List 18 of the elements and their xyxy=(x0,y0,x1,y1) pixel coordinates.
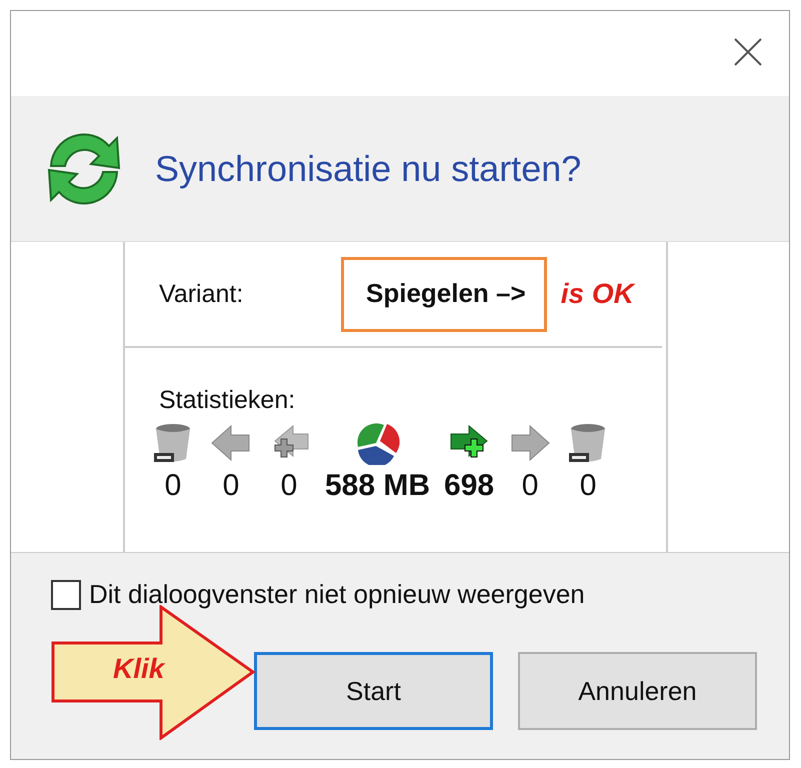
stat-value: 0 xyxy=(164,469,182,503)
callout-label: Klik xyxy=(113,653,164,685)
checkbox[interactable] xyxy=(51,580,81,610)
stat-value: 0 xyxy=(280,469,298,503)
statistics-label: Statistieken: xyxy=(159,386,296,414)
variant-label: Variant: xyxy=(159,280,244,308)
stat-value: 0 xyxy=(522,469,538,503)
stat-value: 0 xyxy=(580,469,596,503)
close-icon[interactable] xyxy=(733,37,763,67)
checkbox-label[interactable]: Dit dialoogvenster niet opnieuw weergeven xyxy=(89,579,585,610)
stat-value: 588 MB xyxy=(325,469,430,503)
start-button[interactable]: Start xyxy=(254,652,493,730)
annotation-note: is OK xyxy=(560,278,634,310)
stat-value: 0 xyxy=(222,469,240,503)
variant-value: Spiegelen –> xyxy=(341,256,547,332)
stat-value: 698 xyxy=(444,469,494,503)
cancel-button[interactable]: Annuleren xyxy=(518,652,757,730)
dialog-title: Synchronisatie nu starten? xyxy=(155,148,582,190)
